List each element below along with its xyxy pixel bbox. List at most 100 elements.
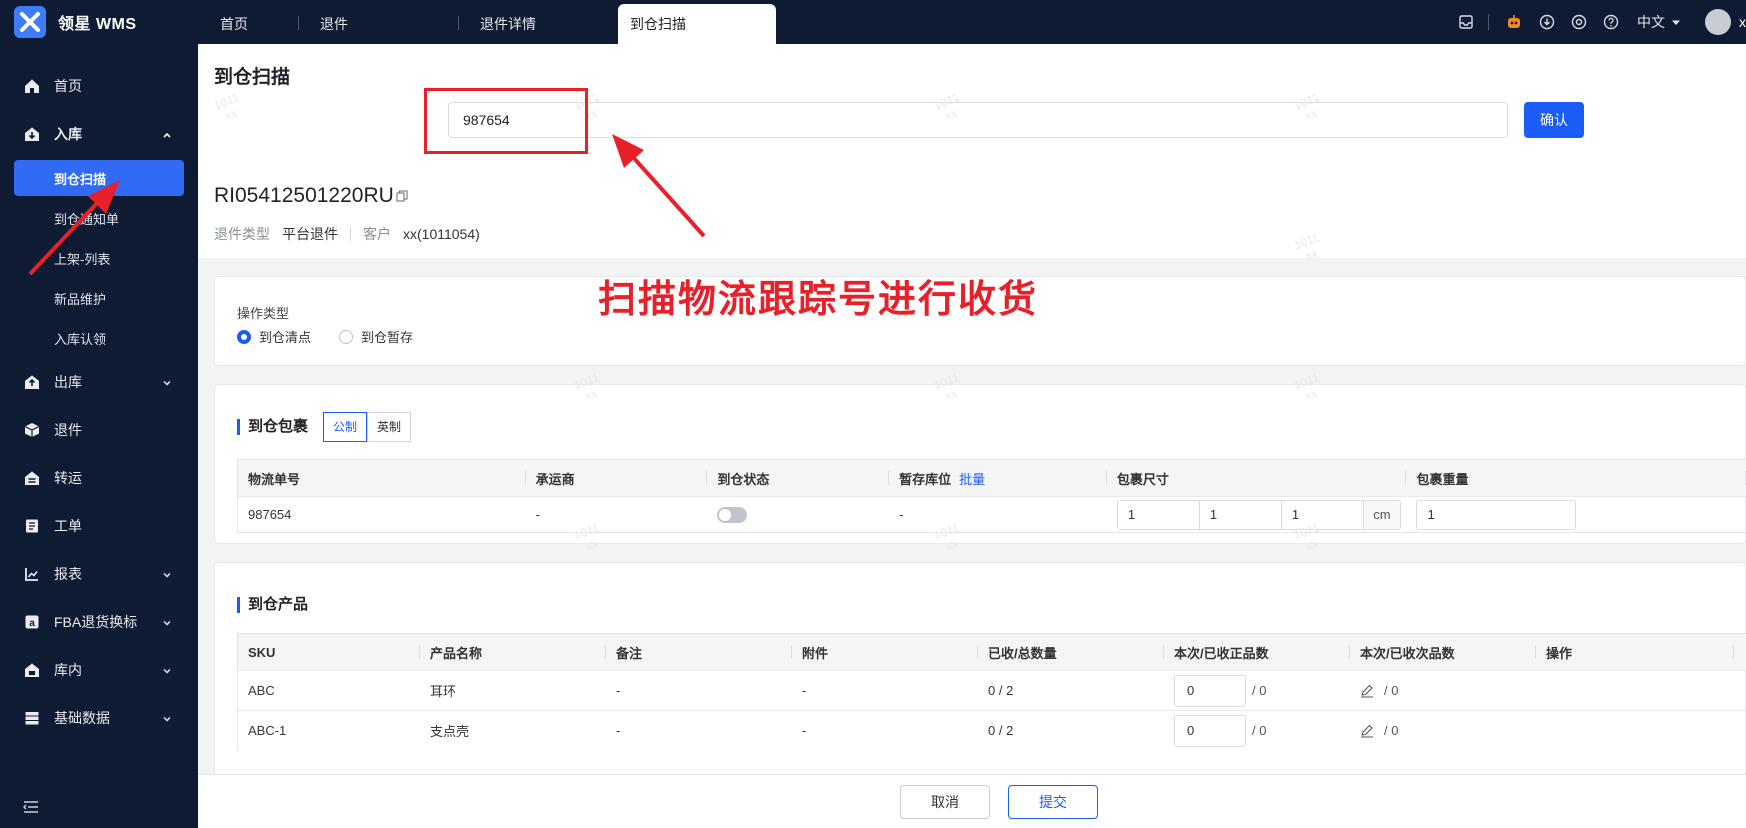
sidebar-item-label: 出库 xyxy=(54,374,82,390)
submit-button[interactable]: 提交 xyxy=(1008,785,1098,819)
topbar-divider xyxy=(1488,14,1489,30)
sidebar-item-reports[interactable]: 报表 xyxy=(0,550,198,598)
sidebar-subitem-arrival-scan[interactable]: 到仓扫描 xyxy=(14,160,184,196)
user-name[interactable]: x xyxy=(1739,14,1746,30)
defect-received: / 0 xyxy=(1384,683,1399,698)
sidebar-item-workorder[interactable]: 工单 xyxy=(0,502,198,550)
col-arrival-status: 到仓状态 xyxy=(707,460,889,496)
table-row: ABC 耳环 - - 0 / 2 / 0 / 0 xyxy=(238,670,1746,710)
chevron-up-icon xyxy=(162,127,172,143)
sidebar-item-label: FBA退货换标 xyxy=(54,614,138,630)
help-icon[interactable] xyxy=(1603,14,1619,30)
robot-icon[interactable] xyxy=(1505,13,1523,31)
tracking-number: 987654 xyxy=(248,507,292,522)
download-icon[interactable] xyxy=(1539,14,1555,30)
sidebar-item-label: 首页 xyxy=(54,78,82,94)
sidebar-item-label: 库内 xyxy=(54,662,82,678)
customer-label: 客户 xyxy=(363,226,391,242)
note: - xyxy=(616,683,621,698)
sku: ABC xyxy=(248,683,275,698)
language-label: 中文 xyxy=(1637,14,1665,30)
radio-checked-icon xyxy=(237,329,251,344)
table-row: ABC-1 支点壳 - - 0 / 2 / 0 / 0 xyxy=(238,710,1746,750)
arrival-status-toggle[interactable] xyxy=(717,506,748,523)
unit-metric-button[interactable]: 公制 xyxy=(323,412,367,442)
sidebar-item-outbound[interactable]: 出库 xyxy=(0,358,198,406)
watermark-line: xx xyxy=(223,105,240,124)
col-tracking: 物流单号 xyxy=(238,460,526,496)
sidebar-subitem-inbound-claim[interactable]: 入库认领 xyxy=(0,318,198,358)
defect-qty-cell: / 0 xyxy=(1350,671,1536,710)
collapse-menu-icon[interactable] xyxy=(22,799,40,818)
copy-icon[interactable] xyxy=(396,190,408,202)
height-input[interactable] xyxy=(1281,500,1364,529)
weight-input[interactable] xyxy=(1416,499,1577,530)
sidebar-item-transfer[interactable]: 转运 xyxy=(0,454,198,502)
actions-cell xyxy=(1536,711,1734,750)
sidebar-item-label: 工单 xyxy=(54,518,82,534)
good-qty-cell: / 0 xyxy=(1164,671,1350,710)
order-number-text: RI05412501220RU xyxy=(214,184,394,207)
inbound-icon xyxy=(22,124,42,144)
package-weight-cell xyxy=(1406,497,1746,532)
chevron-down-icon xyxy=(162,711,172,727)
unit-imperial-button[interactable]: 英制 xyxy=(367,412,411,442)
package-size-cell: cm xyxy=(1107,497,1407,532)
col-package-weight: 包裹重量 xyxy=(1406,460,1746,496)
table-header: SKU 产品名称 备注 附件 已收/总数量 本次/已收正品数 本次/已收次品数 … xyxy=(238,634,1746,670)
sidebar-subitem-arrival-notice[interactable]: 到仓通知单 xyxy=(0,198,198,238)
sidebar-item-home[interactable]: 首页 xyxy=(0,62,198,110)
good-qty-input[interactable] xyxy=(1174,674,1246,707)
batch-link[interactable]: 批量 xyxy=(959,469,985,488)
sidebar-item-label: 基础数据 xyxy=(54,710,110,726)
section-title: 到仓产品 xyxy=(237,597,308,613)
radio-label: 到仓清点 xyxy=(259,330,312,345)
sidebar-subitem-new-product[interactable]: 新品维护 xyxy=(0,278,198,318)
edit-icon[interactable] xyxy=(1360,684,1374,698)
avatar[interactable] xyxy=(1705,9,1731,35)
attachment: - xyxy=(802,683,807,698)
highlight-box xyxy=(424,88,588,154)
edit-icon[interactable] xyxy=(1360,724,1374,738)
tab-arrival-scan[interactable]: 到仓扫描 xyxy=(618,4,776,44)
settings-icon[interactable] xyxy=(1571,14,1587,30)
sidebar-item-returns[interactable]: 退件 xyxy=(0,406,198,454)
col-defect-qty: 本次/已收次品数 xyxy=(1350,634,1536,670)
sidebar-subitem-putaway-list[interactable]: 上架-列表 xyxy=(0,238,198,278)
radio-arrival-hold[interactable]: 到仓暂存 xyxy=(339,327,413,346)
cancel-button[interactable]: 取消 xyxy=(900,785,990,819)
svg-text:a: a xyxy=(29,618,35,629)
arrival-packages-card: 到仓包裹 公制 英制 物流单号 承运商 到仓状态 暂存库位 批量 包裹尺寸 包裹… xyxy=(214,384,1746,544)
return-type-label: 退件类型 xyxy=(214,226,270,242)
col-note: 备注 xyxy=(606,634,792,670)
sku: ABC-1 xyxy=(248,723,287,738)
home-icon xyxy=(22,76,42,96)
packages-table: 物流单号 承运商 到仓状态 暂存库位 批量 包裹尺寸 包裹重量 987654 -… xyxy=(237,459,1746,533)
defect-qty-cell: / 0 xyxy=(1350,711,1536,750)
product-name: 耳环 xyxy=(430,684,457,699)
sidebar-item-label: 转运 xyxy=(54,470,82,486)
width-input[interactable] xyxy=(1199,500,1282,529)
sidebar-item-fba-relabel[interactable]: a FBA退货换标 xyxy=(0,598,198,646)
length-input[interactable] xyxy=(1117,500,1200,529)
language-selector[interactable]: 中文 xyxy=(1637,12,1681,32)
tab-return-detail[interactable]: 退件详情 xyxy=(468,4,608,44)
good-qty-cell: / 0 xyxy=(1164,711,1350,750)
confirm-button[interactable]: 确认 xyxy=(1524,102,1584,138)
order-meta: 退件类型 平台退件 客户 xx(1011054) xyxy=(214,224,480,244)
sidebar-item-base-data[interactable]: 基础数据 xyxy=(0,694,198,742)
radio-label: 到仓暂存 xyxy=(361,330,414,345)
col-temp-location: 暂存库位 批量 xyxy=(889,460,1107,496)
sidebar-item-inbound[interactable]: 入库 xyxy=(0,110,198,158)
logo[interactable]: 领星 WMS xyxy=(0,0,198,44)
good-qty-input[interactable] xyxy=(1174,714,1246,747)
inbox-icon[interactable] xyxy=(1458,14,1474,30)
col-good-qty: 本次/已收正品数 xyxy=(1164,634,1350,670)
chevron-down-icon xyxy=(162,615,172,631)
sidebar-item-in-warehouse[interactable]: 库内 xyxy=(0,646,198,694)
radio-arrival-count[interactable]: 到仓清点 xyxy=(237,327,311,346)
scan-input[interactable] xyxy=(448,102,1508,138)
tab-home[interactable]: 首页 xyxy=(208,4,304,44)
tab-returns[interactable]: 退件 xyxy=(308,4,448,44)
section-title: 到仓包裹 xyxy=(237,419,308,435)
